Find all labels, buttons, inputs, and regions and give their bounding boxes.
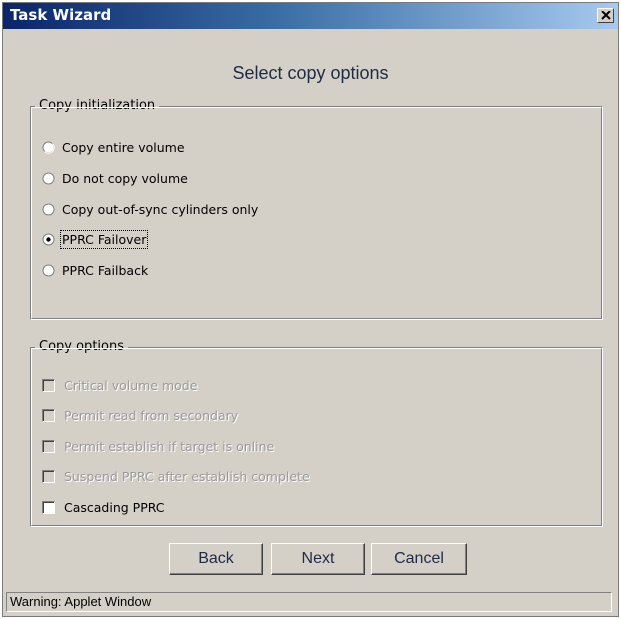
page-heading: Select copy options bbox=[232, 63, 389, 83]
radio-copy-out-of-sync-cylinders[interactable]: Copy out-of-sync cylinders only bbox=[42, 199, 258, 219]
radio-unselected-icon bbox=[42, 141, 55, 154]
title-bar[interactable]: Task Wizard bbox=[3, 3, 618, 29]
checkbox-cascading-pprc[interactable]: Cascading PPRC bbox=[42, 497, 165, 517]
checkbox-permit-read-from-secondary[interactable]: Permit read from secondary bbox=[42, 405, 238, 425]
next-button[interactable]: Next bbox=[271, 543, 365, 575]
checkbox-icon bbox=[42, 500, 55, 514]
radio-unselected-icon bbox=[42, 203, 55, 215]
copy-options-legend: Copy options bbox=[35, 339, 128, 354]
radio-label: Copy out-of-sync cylinders only bbox=[62, 201, 259, 217]
radio-unselected-icon bbox=[42, 172, 55, 184]
checkbox-icon bbox=[42, 469, 55, 483]
checkbox-label: Permit establish if target is online bbox=[64, 438, 275, 454]
radio-pprc-failback[interactable]: PPRC Failback bbox=[42, 260, 148, 280]
task-wizard-window: Task Wizard Select copy options Copy ini… bbox=[2, 2, 619, 617]
window-title: Task Wizard bbox=[10, 6, 112, 24]
radio-label: PPRC Failover bbox=[59, 229, 149, 249]
checkbox-suspend-pprc-after-establish[interactable]: Suspend PPRC after establish complete bbox=[42, 466, 310, 486]
radio-selected-icon bbox=[42, 233, 55, 245]
radio-pprc-failover[interactable]: PPRC Failover bbox=[42, 229, 149, 249]
checkbox-label: Critical volume mode bbox=[64, 377, 198, 393]
cancel-button[interactable]: Cancel bbox=[371, 543, 467, 575]
checkbox-label: Permit read from secondary bbox=[64, 407, 239, 423]
checkbox-icon bbox=[42, 408, 55, 422]
checkbox-label: Suspend PPRC after establish complete bbox=[64, 468, 310, 484]
applet-warning-status: Warning: Applet Window bbox=[6, 592, 612, 612]
close-icon bbox=[601, 11, 611, 20]
radio-label: PPRC Failback bbox=[62, 262, 149, 278]
back-button[interactable]: Back bbox=[169, 543, 263, 575]
radio-copy-entire-volume[interactable]: Copy entire volume bbox=[42, 137, 185, 157]
checkbox-label: Cascading PPRC bbox=[64, 499, 165, 515]
close-button[interactable] bbox=[597, 8, 614, 23]
checkbox-critical-volume-mode[interactable]: Critical volume mode bbox=[42, 375, 197, 395]
copy-options-group: Copy options Critical volume mode Permit… bbox=[30, 339, 603, 527]
radio-label: Do not copy volume bbox=[62, 170, 188, 186]
copy-initialization-legend: Copy initialization bbox=[35, 98, 160, 113]
checkbox-icon bbox=[42, 439, 55, 453]
checkbox-icon bbox=[42, 378, 55, 392]
radio-label: Copy entire volume bbox=[62, 139, 185, 155]
checkbox-permit-establish-if-target-online[interactable]: Permit establish if target is online bbox=[42, 436, 274, 456]
radio-do-not-copy-volume[interactable]: Do not copy volume bbox=[42, 168, 188, 188]
copy-initialization-group: Copy initialization Copy entire volume D… bbox=[30, 98, 603, 320]
radio-unselected-icon bbox=[42, 264, 55, 276]
